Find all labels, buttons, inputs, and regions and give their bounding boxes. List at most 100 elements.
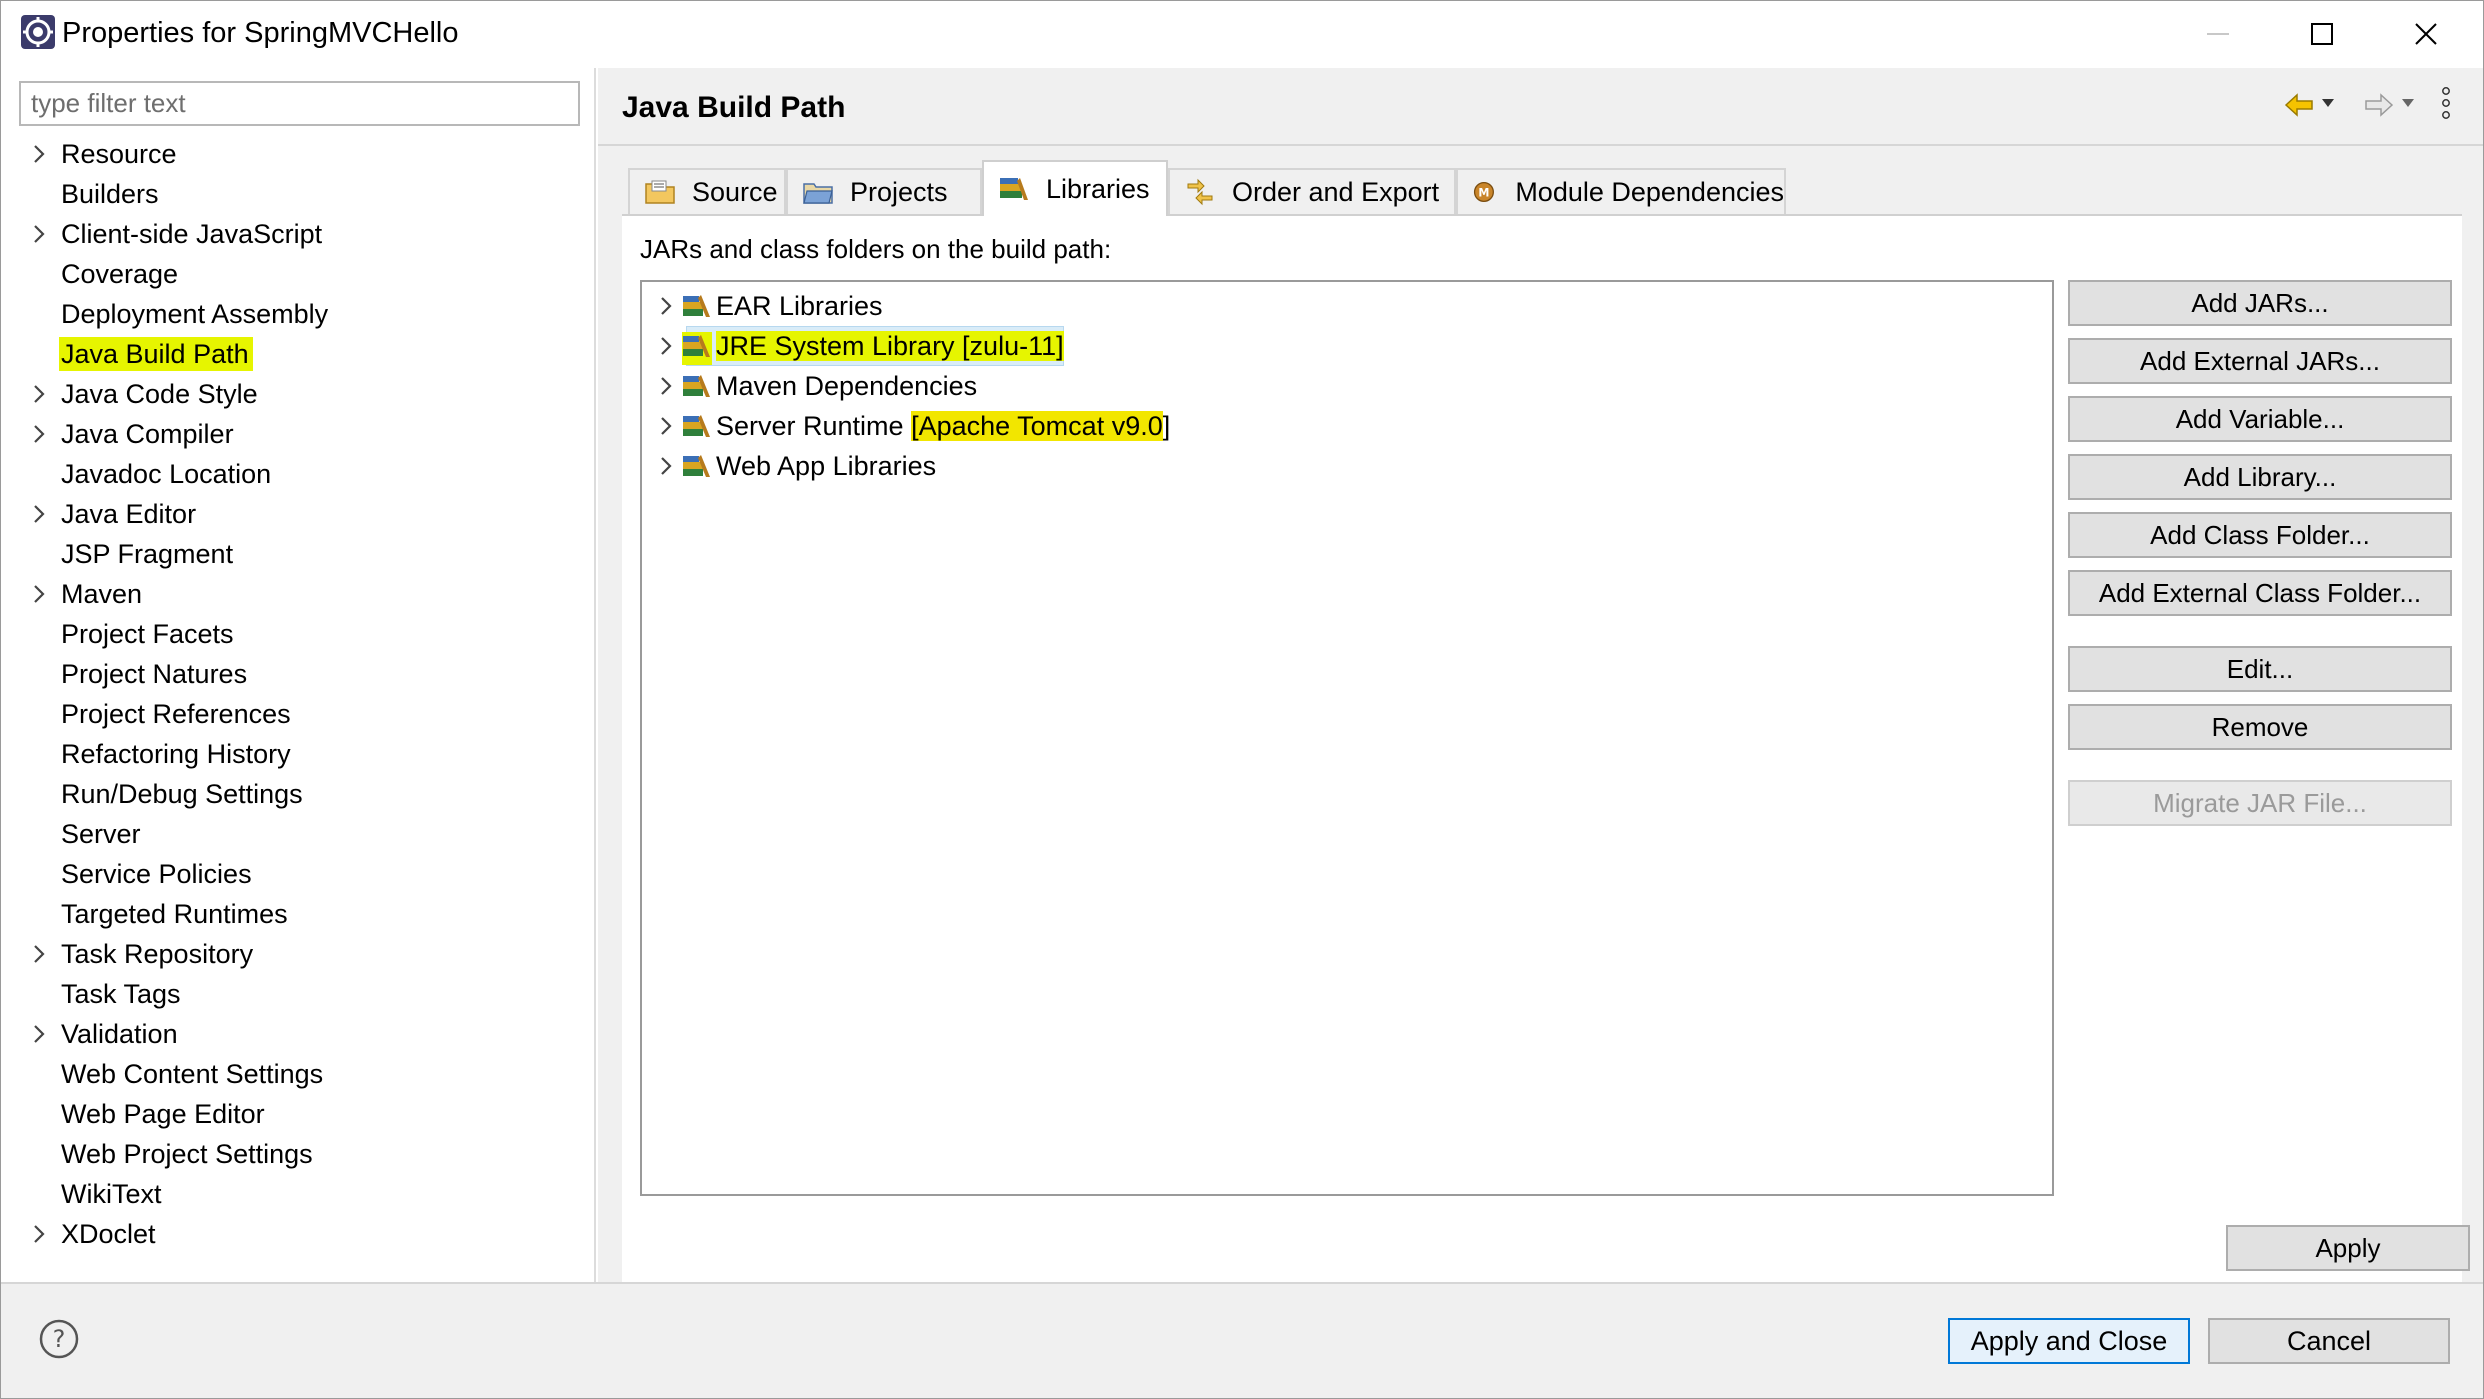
chevron-right-icon[interactable]	[27, 420, 51, 448]
eclipse-app-icon	[21, 15, 55, 49]
apply-and-close-button[interactable]: Apply and Close	[1948, 1318, 2190, 1364]
tab-projects[interactable]: Projects	[786, 168, 982, 214]
close-button[interactable]	[2376, 0, 2476, 68]
more-options-icon[interactable]	[2440, 86, 2452, 120]
library-entry[interactable]: EAR Libraries	[642, 286, 2042, 326]
sidebar-item-javadoc-location[interactable]: Javadoc Location	[3, 454, 593, 494]
back-menu-chevron-icon[interactable]	[2320, 96, 2336, 110]
sidebar-item-label: Validation	[61, 1019, 178, 1049]
chevron-right-icon[interactable]	[27, 380, 51, 408]
sidebar-item-service-policies[interactable]: Service Policies	[3, 854, 593, 894]
sidebar-item-resource[interactable]: Resource	[3, 134, 593, 174]
chevron-right-icon[interactable]	[654, 332, 678, 365]
library-label-text: Server Runtime	[716, 411, 912, 441]
sidebar-item-java-compiler[interactable]: Java Compiler	[3, 414, 593, 454]
sidebar-item-client-side-javascript[interactable]: Client-side JavaScript	[3, 214, 593, 254]
add-external-jars-button[interactable]: Add External JARs...	[2068, 338, 2452, 384]
sidebar-item-coverage[interactable]: Coverage	[3, 254, 593, 294]
sidebar-item-run-debug-settings[interactable]: Run/Debug Settings	[3, 774, 593, 814]
sidebar-item-project-facets[interactable]: Project Facets	[3, 614, 593, 654]
sidebar-item-java-build-path[interactable]: Java Build Path	[3, 334, 593, 374]
svg-text:?: ?	[53, 1325, 66, 1353]
back-arrow-icon[interactable]	[2282, 90, 2316, 120]
add-library-button[interactable]: Add Library...	[2068, 454, 2452, 500]
sidebar-item-web-content-settings[interactable]: Web Content Settings	[3, 1054, 593, 1094]
help-icon[interactable]: ?	[38, 1318, 80, 1360]
sidebar-item-refactoring-history[interactable]: Refactoring History	[3, 734, 593, 774]
library-entry[interactable]: JRE System Library [zulu-11]	[642, 326, 2042, 366]
library-entry[interactable]: Server Runtime [Apache Tomcat v9.0]	[642, 406, 2042, 446]
tab-source[interactable]: Source	[628, 168, 786, 214]
sidebar-item-project-references[interactable]: Project References	[3, 694, 593, 734]
sidebar-item-jsp-fragment[interactable]: JSP Fragment	[3, 534, 593, 574]
sidebar-item-label: Refactoring History	[61, 739, 291, 769]
sidebar-item-label: Client-side JavaScript	[61, 219, 323, 249]
page-navigation	[2278, 82, 2478, 132]
forward-arrow-icon[interactable]	[2362, 90, 2396, 120]
tab-source-label: Source	[692, 176, 778, 207]
chevron-right-icon[interactable]	[27, 1220, 51, 1248]
chevron-right-icon[interactable]	[27, 580, 51, 608]
chevron-right-icon[interactable]	[27, 220, 51, 248]
forward-menu-chevron-icon[interactable]	[2400, 96, 2416, 110]
add-external-class-folder-button[interactable]: Add External Class Folder...	[2068, 570, 2452, 616]
svg-text:M: M	[1478, 186, 1489, 199]
property-pages-pane: Resource Builders Client-side JavaScript Co…	[3, 68, 596, 1282]
chevron-right-icon[interactable]	[654, 452, 678, 485]
sidebar-item-label: WikiText	[61, 1179, 162, 1209]
tab-libraries-label: Libraries	[1046, 173, 1150, 204]
library-container-icon	[682, 292, 712, 325]
chevron-right-icon[interactable]	[654, 372, 678, 405]
sidebar-item-web-project-settings[interactable]: Web Project Settings	[3, 1134, 593, 1174]
add-class-folder-button[interactable]: Add Class Folder...	[2068, 512, 2452, 558]
sidebar-item-java-editor[interactable]: Java Editor	[3, 494, 593, 534]
sidebar-item-server[interactable]: Server	[3, 814, 593, 854]
cancel-button[interactable]: Cancel	[2208, 1318, 2450, 1364]
sidebar-item-maven[interactable]: Maven	[3, 574, 593, 614]
sidebar-item-validation[interactable]: Validation	[3, 1014, 593, 1054]
sidebar-item-label: JSP Fragment	[61, 539, 234, 569]
sidebar-item-label: Coverage	[61, 259, 179, 289]
library-label-suffix: ]	[1162, 411, 1171, 441]
sidebar-item-deployment-assembly[interactable]: Deployment Assembly	[3, 294, 593, 334]
add-jars-button[interactable]: Add JARs...	[2068, 280, 2452, 326]
chevron-right-icon[interactable]	[27, 1020, 51, 1048]
chevron-right-icon[interactable]	[27, 940, 51, 968]
edit-button[interactable]: Edit...	[2068, 646, 2452, 692]
sidebar-item-label: Project Natures	[61, 659, 248, 689]
sidebar-item-java-code-style[interactable]: Java Code Style	[3, 374, 593, 414]
chevron-right-icon[interactable]	[27, 500, 51, 528]
library-label: EAR Libraries	[716, 289, 883, 323]
minimize-button[interactable]	[2168, 0, 2268, 68]
add-variable-button[interactable]: Add Variable...	[2068, 396, 2452, 442]
sidebar-item-builders[interactable]: Builders	[3, 174, 593, 214]
remove-button[interactable]: Remove	[2068, 704, 2452, 750]
sidebar-item-task-tags[interactable]: Task Tags	[3, 974, 593, 1014]
sidebar-item-web-page-editor[interactable]: Web Page Editor	[3, 1094, 593, 1134]
library-entry[interactable]: Maven Dependencies	[642, 366, 2042, 406]
sidebar-item-project-natures[interactable]: Project Natures	[3, 654, 593, 694]
sidebar-item-targeted-runtimes[interactable]: Targeted Runtimes	[3, 894, 593, 934]
sidebar-item-label: Java Code Style	[61, 379, 258, 409]
sidebar-item-wikitext[interactable]: WikiText	[3, 1174, 593, 1214]
sidebar-item-label: Server	[61, 819, 141, 849]
sidebar-item-label: Task Tags	[61, 979, 181, 1009]
filter-input[interactable]	[19, 81, 580, 126]
build-path-label: JARs and class folders on the build path…	[640, 234, 1112, 264]
library-label-text: JRE System Library [zulu-11]	[716, 331, 1064, 361]
library-entry[interactable]: Web App Libraries	[642, 446, 2042, 486]
tab-libraries[interactable]: Libraries	[982, 160, 1168, 216]
sidebar-item-label: Maven	[61, 579, 143, 609]
tab-module-dependencies[interactable]: M Module Dependencies	[1456, 168, 1786, 214]
apply-button[interactable]: Apply	[2226, 1225, 2470, 1271]
sidebar-item-label: Deployment Assembly	[61, 299, 329, 329]
sidebar-item-task-repository[interactable]: Task Repository	[3, 934, 593, 974]
tab-order-export[interactable]: Order and Export	[1168, 168, 1456, 214]
chevron-right-icon[interactable]	[27, 140, 51, 168]
sidebar-item-xdoclet[interactable]: XDoclet	[3, 1214, 593, 1254]
chevron-right-icon[interactable]	[654, 412, 678, 445]
title-bar: Properties for SpringMVCHello	[0, 0, 2484, 68]
maximize-button[interactable]	[2272, 0, 2372, 68]
chevron-right-icon[interactable]	[654, 292, 678, 325]
build-path-libraries-tree[interactable]: EAR Libraries JRE System Library [zulu-11…	[640, 280, 2054, 1196]
